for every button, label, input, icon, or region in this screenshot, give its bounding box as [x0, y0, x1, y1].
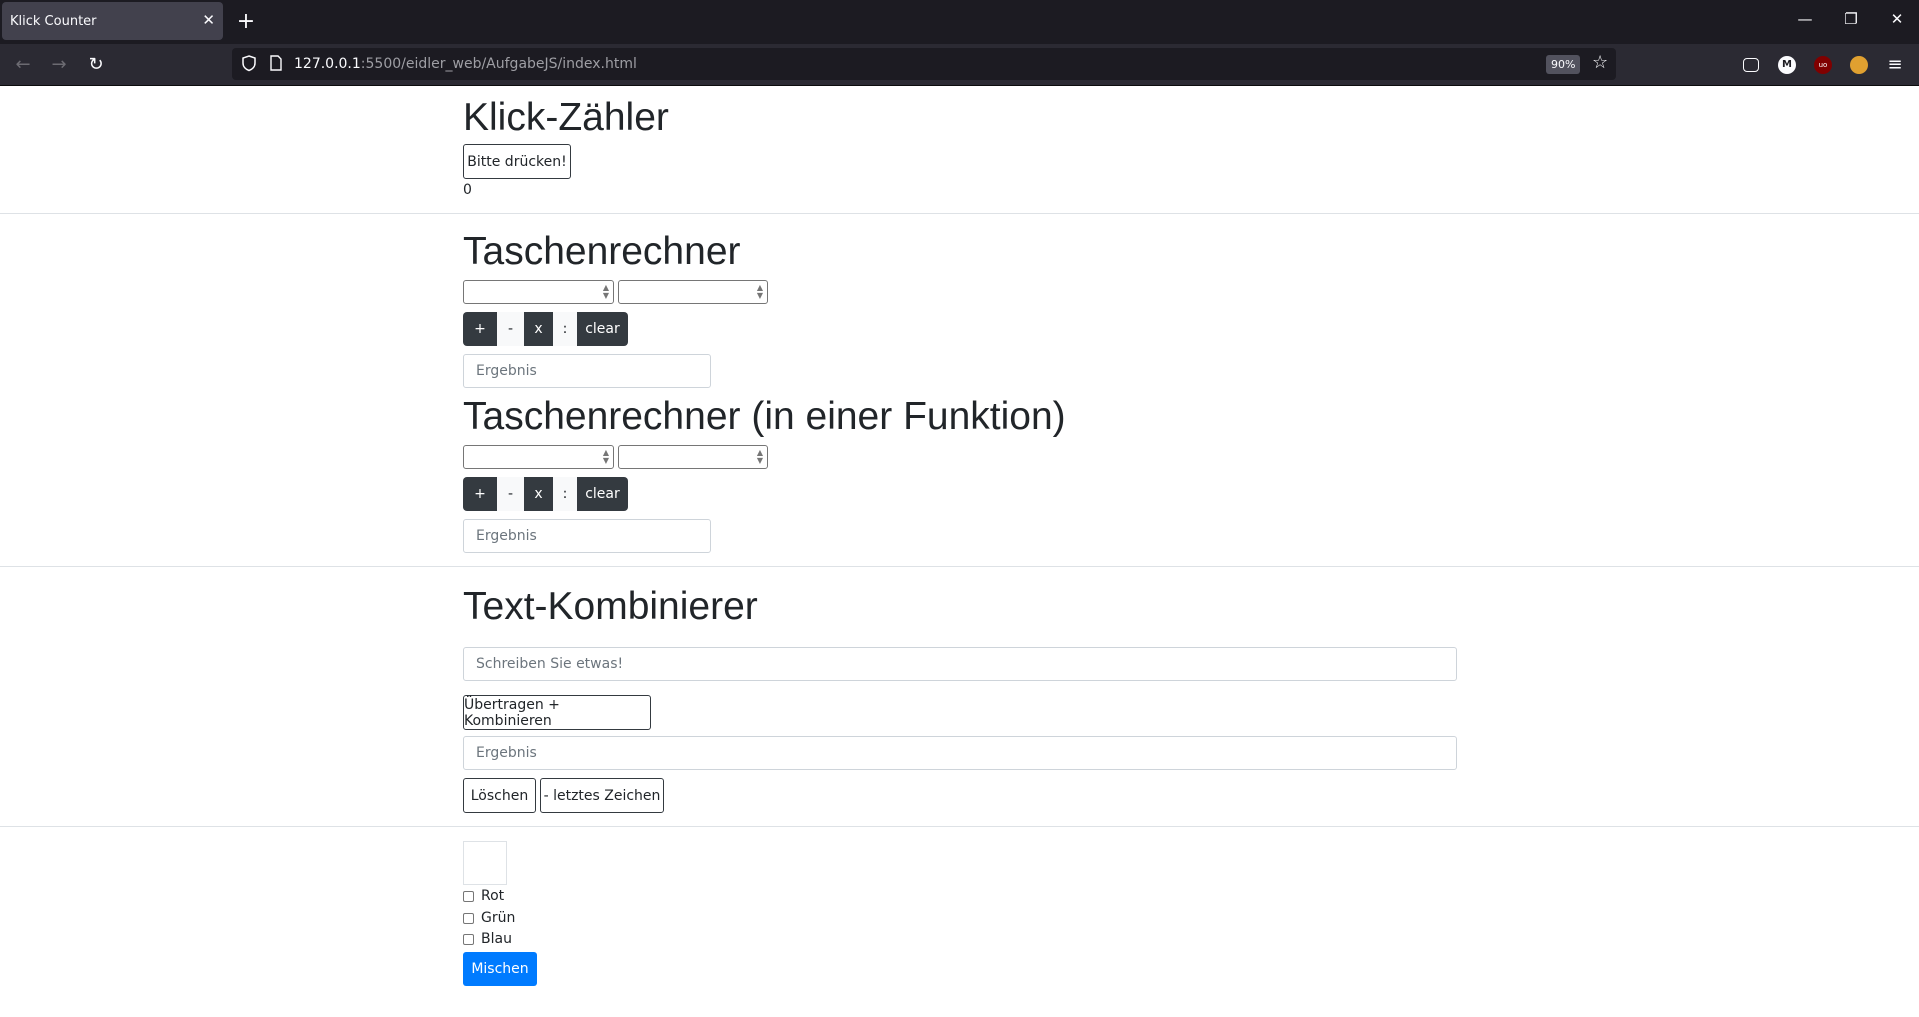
checkbox[interactable] [463, 933, 474, 945]
calc-operations: + - x : clear [463, 312, 628, 346]
shield-icon[interactable] [240, 54, 258, 72]
pocket-icon[interactable] [1743, 58, 1759, 72]
url-text: 127.0.0.1:5500/eidler_web/AufgabeJS/inde… [294, 56, 637, 72]
delete-button[interactable]: Löschen [463, 778, 536, 813]
checkbox[interactable] [463, 890, 474, 902]
minimize-icon[interactable]: — [1790, 10, 1820, 28]
zoom-badge[interactable]: 90% [1546, 55, 1581, 74]
checkbox-label: Rot [481, 888, 505, 904]
minus-button[interactable]: - [497, 312, 524, 346]
new-tab-icon[interactable]: + [236, 8, 256, 36]
browser-toolbar: ← → ↻ 127.0.0.1:5500/eidler_web/AufgabeJ… [0, 44, 1919, 86]
calc-title: Taschenrechner [463, 230, 741, 273]
calc-number-2[interactable]: ▲ ▼ [618, 280, 768, 304]
text-result-field[interactable]: Ergebnis [463, 736, 1457, 770]
mix-button[interactable]: Mischen [463, 952, 537, 986]
clear-button[interactable]: clear [577, 477, 628, 511]
extension-icon[interactable] [1850, 56, 1868, 74]
close-window-icon[interactable]: ✕ [1882, 10, 1912, 28]
click-button[interactable]: Bitte drücken! [463, 144, 571, 179]
calc-result-field[interactable]: Ergebnis [463, 354, 711, 388]
page-icon [270, 55, 282, 71]
ublock-icon[interactable]: uo [1814, 56, 1832, 74]
calc-func-title: Taschenrechner (in einer Funktion) [463, 395, 1066, 438]
account-icon[interactable]: M [1778, 56, 1796, 74]
url-bar[interactable]: 127.0.0.1:5500/eidler_web/AufgabeJS/inde… [232, 48, 1616, 80]
calc-func-number-1[interactable]: ▲ ▼ [463, 445, 614, 469]
calc-func-result-field[interactable]: Ergebnis [463, 519, 711, 553]
clear-button[interactable]: clear [577, 312, 628, 346]
divider [0, 213, 1919, 214]
divide-button[interactable]: : [553, 312, 577, 346]
klick-title: Klick-Zähler [463, 96, 669, 139]
multiply-button[interactable]: x [524, 477, 553, 511]
calc-func-operations: + - x : clear [463, 477, 628, 511]
plus-button[interactable]: + [463, 312, 497, 346]
click-count: 0 [463, 182, 472, 198]
forward-icon[interactable]: → [46, 52, 72, 78]
bookmark-star-icon[interactable]: ☆ [1592, 52, 1608, 73]
checkbox-label: Grün [481, 910, 516, 926]
checkbox-green[interactable]: Grün [463, 910, 515, 926]
text-input[interactable]: Schreiben Sie etwas! [463, 647, 1457, 681]
multiply-button[interactable]: x [524, 312, 553, 346]
plus-button[interactable]: + [463, 477, 497, 511]
restore-icon[interactable]: ❐ [1836, 10, 1866, 28]
divider [0, 826, 1919, 827]
tab-title: Klick Counter [10, 13, 97, 29]
divider [0, 566, 1919, 567]
checkbox-red[interactable]: Rot [463, 888, 504, 904]
checkbox-label: Blau [481, 931, 512, 947]
color-preview-box [463, 841, 507, 885]
page-content: Klick-Zähler Bitte drücken! 0 Taschenrec… [0, 86, 1919, 1016]
checkbox[interactable] [463, 912, 474, 924]
url-host: 127.0.0.1 [294, 56, 361, 72]
reload-icon[interactable]: ↻ [83, 52, 109, 78]
divide-button[interactable]: : [553, 477, 577, 511]
minus-button[interactable]: - [497, 477, 524, 511]
combine-button[interactable]: Übertragen + Kombinieren [463, 695, 651, 730]
url-path: :5500/eidler_web/AufgabeJS/index.html [360, 56, 637, 72]
browser-tab[interactable]: Klick Counter ✕ [2, 2, 223, 40]
text-title: Text-Kombinierer [463, 585, 758, 628]
remove-last-char-button[interactable]: - letztes Zeichen [540, 778, 664, 813]
close-tab-icon[interactable]: ✕ [202, 11, 215, 29]
back-icon[interactable]: ← [10, 52, 36, 78]
tab-strip: Klick Counter ✕ + — ❐ ✕ [0, 0, 1919, 44]
calc-func-number-2[interactable]: ▲ ▼ [618, 445, 768, 469]
menu-icon[interactable]: ≡ [1882, 52, 1908, 78]
checkbox-blue[interactable]: Blau [463, 931, 512, 947]
calc-number-1[interactable]: ▲ ▼ [463, 280, 614, 304]
